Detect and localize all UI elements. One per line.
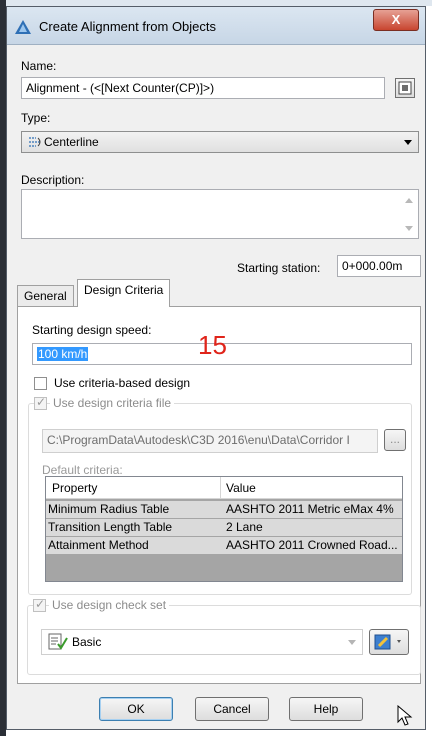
check-set-icon (48, 633, 68, 650)
design-speed-value: 100 km/h (37, 347, 89, 361)
use-check-set-label: Use design check set (49, 598, 170, 612)
column-divider[interactable] (220, 477, 221, 499)
column-header-property[interactable]: Property (52, 481, 97, 495)
criteria-grid: Property Value Minimum Radius Table AASH… (45, 476, 403, 582)
table-row[interactable]: Transition Length Table 2 Lane (46, 519, 402, 536)
chevron-down-icon (348, 640, 356, 645)
tab-design-criteria[interactable]: Design Criteria (77, 279, 171, 307)
cancel-button[interactable]: Cancel (195, 697, 269, 721)
browse-button[interactable]: ... (384, 429, 406, 451)
value-cell: AASHTO 2011 Crowned Road... (226, 538, 398, 552)
edit-pencil-icon (374, 634, 401, 650)
value-cell: 2 Lane (226, 520, 263, 534)
table-row[interactable]: Attainment Method AASHTO 2011 Crowned Ro… (46, 537, 402, 554)
use-check-set-checkbox[interactable]: ✓ (33, 597, 46, 612)
help-button[interactable]: Help (289, 697, 363, 721)
criteria-file-path[interactable]: C:\ProgramData\Autodesk\C3D 2016\enu\Dat… (42, 429, 378, 453)
use-criteria-checkbox[interactable] (34, 377, 47, 390)
dialog-title: Create Alignment from Objects (39, 19, 217, 34)
type-select[interactable]: Centerline (21, 131, 419, 153)
value-cell: AASHTO 2011 Metric eMax 4% (226, 502, 394, 516)
type-value: Centerline (44, 135, 99, 149)
property-cell: Attainment Method (48, 538, 149, 552)
scroll-down-icon[interactable] (405, 226, 413, 231)
edit-check-set-button[interactable] (369, 629, 409, 655)
check-set-value: Basic (72, 635, 102, 649)
description-scrollbar[interactable] (401, 190, 418, 238)
edit-template-icon (398, 81, 412, 95)
title-bar[interactable]: Create Alignment from Objects X (7, 7, 425, 45)
starting-station-label: Starting station: (237, 261, 321, 275)
starting-design-speed-label: Starting design speed: (32, 323, 152, 337)
checkmark-icon: ✓ (36, 395, 47, 409)
column-header-value[interactable]: Value (226, 481, 256, 495)
ok-button[interactable]: OK (99, 697, 173, 721)
step-number-annotation: 15 (198, 330, 227, 360)
use-criteria-file-label: Use design criteria file (50, 396, 175, 410)
description-label: Description: (21, 173, 85, 187)
create-alignment-dialog: Create Alignment from Objects X Name: Al… (6, 6, 426, 730)
type-label: Type: (21, 111, 51, 125)
name-template-button[interactable] (395, 78, 415, 98)
property-cell: Transition Length Table (48, 520, 173, 534)
property-cell: Minimum Radius Table (48, 502, 170, 516)
description-input[interactable] (21, 189, 419, 239)
mouse-cursor-icon (397, 705, 413, 726)
use-criteria-label: Use criteria-based design (54, 376, 191, 390)
check-set-select[interactable]: Basic (41, 629, 363, 655)
chevron-down-icon (404, 140, 412, 145)
scroll-up-icon[interactable] (405, 198, 413, 203)
checkmark-icon: ✓ (35, 597, 46, 611)
name-label: Name: (21, 59, 57, 73)
table-row[interactable]: Minimum Radius Table AASHTO 2011 Metric … (46, 501, 402, 518)
tab-general[interactable]: General (17, 285, 74, 307)
starting-station-input[interactable]: 0+000.00m (337, 255, 421, 277)
name-input[interactable]: Alignment - (<[Next Counter(CP)]>) (21, 77, 385, 99)
default-criteria-label: Default criteria: (42, 463, 123, 477)
close-button[interactable]: X (373, 9, 419, 31)
civil3d-app-icon (15, 20, 31, 34)
grid-header: Property Value (46, 477, 402, 499)
use-criteria-file-checkbox[interactable]: ✓ (34, 395, 47, 410)
